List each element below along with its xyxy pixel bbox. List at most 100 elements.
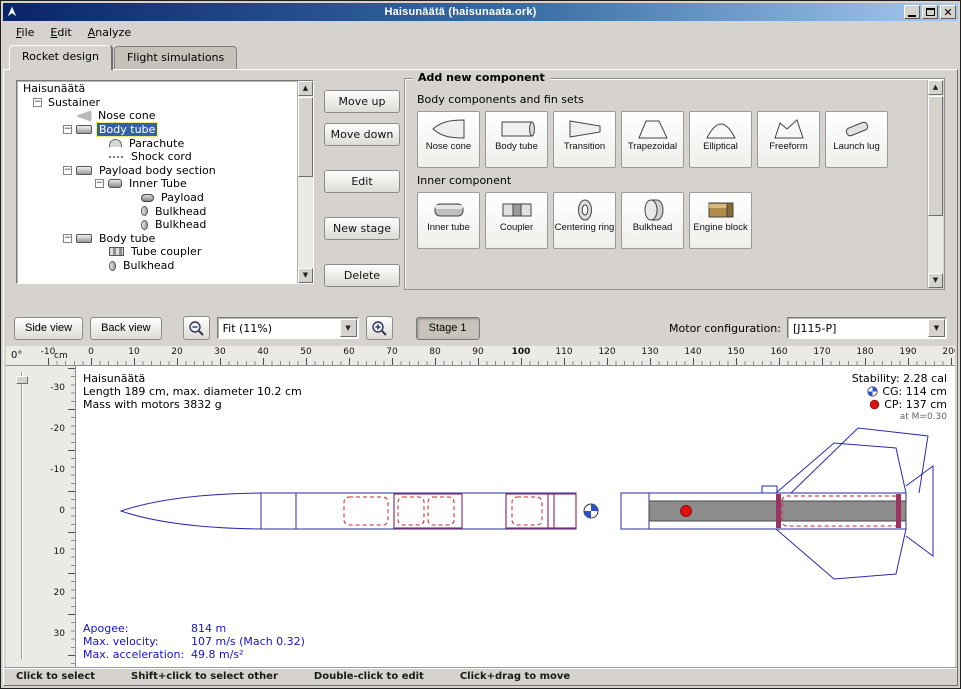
flight-stats: Apogee:814 m Max. velocity:107 m/s (Mach… [83, 622, 305, 661]
move-down-button[interactable]: Move down [324, 123, 400, 146]
collapse-icon[interactable]: − [63, 234, 72, 243]
inner-components-row: Inner tube Coupler Centering ring Bulkhe… [417, 192, 924, 249]
add-component-scrollbar[interactable]: ▲ ▼ [927, 80, 943, 288]
zoom-value: Fit (11%) [218, 322, 340, 335]
rotation-slider-thumb[interactable] [16, 376, 28, 384]
add-trapezoidal-fin-button[interactable]: Trapezoidal [621, 111, 684, 168]
window-title: Haisunäätä (haisunaata.ork) [19, 6, 902, 18]
menu-file[interactable]: File [9, 23, 41, 42]
zoom-out-button[interactable] [183, 316, 210, 340]
cp-marker [681, 506, 692, 517]
close-button[interactable]: ✕ [940, 5, 956, 19]
component-tree: Haisunäätä −Sustainer Nose cone −Body tu… [16, 80, 314, 284]
body-tube-icon [76, 234, 92, 243]
menu-analyze[interactable]: Analyze [81, 23, 138, 42]
view-toolbar: Side view Back view Fit (11%) ▼ Stage 1 … [4, 312, 957, 344]
add-transition-button[interactable]: Transition [553, 111, 616, 168]
back-view-button[interactable]: Back view [90, 317, 162, 340]
tree-scrollbar-thumb[interactable] [298, 97, 313, 177]
stability-info: Stability: 2.28 cal CG: 114 cm CP: 137 c… [852, 372, 947, 424]
move-up-button[interactable]: Move up [324, 90, 400, 113]
add-component-scrollbar-thumb[interactable] [928, 96, 943, 216]
zoom-select[interactable]: Fit (11%) ▼ [217, 317, 359, 339]
tree-scrollbar[interactable]: ▲ ▼ [297, 81, 313, 283]
bulkhead-icon [109, 261, 116, 271]
add-bulkhead-button[interactable]: Bulkhead [621, 192, 684, 249]
tree-item-bulkhead-2[interactable]: Bulkhead [17, 259, 297, 273]
stage-1-toggle[interactable]: Stage 1 [416, 317, 480, 340]
tree-item-shock-cord[interactable]: Shock cord [17, 150, 297, 164]
zoom-out-icon [187, 319, 205, 337]
body-components-label: Body components and fin sets [417, 93, 924, 106]
new-stage-button[interactable]: New stage [324, 217, 400, 240]
collapse-icon[interactable]: − [63, 125, 72, 134]
rocket-design-panel: Haisunäätä −Sustainer Nose cone −Body tu… [3, 69, 958, 686]
tree-item-payload[interactable]: Payload [17, 191, 297, 205]
cp-value: CP: 137 cm [884, 398, 947, 411]
tab-flight-simulations[interactable]: Flight simulations [114, 46, 237, 69]
tree-item-payload-body-section[interactable]: −Payload body section [17, 164, 297, 178]
add-inner-tube-button[interactable]: Inner tube [417, 192, 480, 249]
nose-cone-icon [431, 116, 467, 142]
tree-item-sustainer[interactable]: −Sustainer [17, 96, 297, 110]
add-elliptical-fin-button[interactable]: Elliptical [689, 111, 752, 168]
launch-lug-icon [839, 116, 875, 142]
tree-item-parachute[interactable]: Parachute [17, 136, 297, 150]
hint-shift-click: Shift+click to select other [131, 671, 278, 682]
side-view-button[interactable]: Side view [14, 317, 83, 340]
add-centering-ring-button[interactable]: Centering ring [553, 192, 616, 249]
chevron-down-icon[interactable]: ▼ [928, 319, 945, 337]
tree-item-inner-tube[interactable]: −Inner Tube [17, 177, 297, 191]
menu-edit[interactable]: Edit [43, 23, 78, 42]
collapse-icon[interactable]: − [95, 179, 104, 188]
cg-icon [867, 386, 878, 397]
mach-note: at M=0.30 [900, 411, 947, 424]
stability-value: Stability: 2.28 cal [852, 372, 947, 385]
add-engine-block-button[interactable]: Engine block [689, 192, 752, 249]
body-tube-icon [76, 125, 92, 134]
rotation-slider[interactable] [15, 372, 29, 659]
app-icon [5, 6, 19, 19]
tree-item-body-tube[interactable]: −Body tube [17, 123, 297, 137]
apogee-label: Apogee: [83, 622, 191, 635]
max-acceleration-label: Max. acceleration: [83, 648, 191, 661]
tube-coupler-icon [109, 247, 124, 256]
delete-button[interactable]: Delete [324, 264, 400, 287]
scroll-down-icon[interactable]: ▼ [298, 268, 313, 283]
add-nose-cone-button[interactable]: Nose cone [417, 111, 480, 168]
rocket-drawing[interactable]: Haisunäätä Length 189 cm, max. diameter … [76, 366, 955, 667]
inner-tube-icon [431, 197, 467, 223]
tree-item-bulkhead[interactable]: Bulkhead [17, 218, 297, 232]
edit-button[interactable]: Edit [324, 170, 400, 193]
tabbar: Rocket design Flight simulations [3, 43, 958, 69]
scroll-down-icon[interactable]: ▼ [928, 273, 943, 288]
add-body-tube-button[interactable]: Body tube [485, 111, 548, 168]
collapse-icon[interactable]: − [33, 98, 42, 107]
coupler-icon [499, 197, 535, 223]
tree-item-tube-coupler[interactable]: Tube coupler [17, 245, 297, 259]
tree-item-bulkhead[interactable]: Bulkhead [17, 204, 297, 218]
add-freeform-fin-button[interactable]: Freeform [757, 111, 820, 168]
motor-configuration-label: Motor configuration: [669, 322, 781, 335]
minimize-button[interactable] [904, 5, 920, 19]
chevron-down-icon[interactable]: ▼ [340, 319, 357, 337]
scroll-up-icon[interactable]: ▲ [298, 81, 313, 96]
maximize-button[interactable] [922, 5, 938, 19]
tree-item-body-tube-2[interactable]: −Body tube [17, 232, 297, 246]
motor-configuration-select[interactable]: [J115-P] ▼ [787, 317, 947, 339]
tab-rocket-design[interactable]: Rocket design [9, 45, 112, 70]
scroll-up-icon[interactable]: ▲ [928, 80, 943, 95]
titlebar: Haisunäätä (haisunaata.ork) ✕ [3, 3, 958, 21]
bulkhead-icon [141, 206, 148, 216]
tree-item-rocket[interactable]: Haisunäätä [17, 82, 297, 96]
hint-click-drag: Click+drag to move [460, 671, 570, 682]
max-velocity-label: Max. velocity: [83, 635, 191, 648]
zoom-in-button[interactable] [366, 316, 393, 340]
freeform-fin-icon [771, 116, 807, 142]
collapse-icon[interactable]: − [63, 166, 72, 175]
add-launch-lug-button[interactable]: Launch lug [825, 111, 888, 168]
component-tree-rows: Haisunäätä −Sustainer Nose cone −Body tu… [17, 82, 297, 283]
cg-value: CG: 114 cm [882, 385, 947, 398]
add-coupler-button[interactable]: Coupler [485, 192, 548, 249]
tree-item-nose-cone[interactable]: Nose cone [17, 109, 297, 123]
